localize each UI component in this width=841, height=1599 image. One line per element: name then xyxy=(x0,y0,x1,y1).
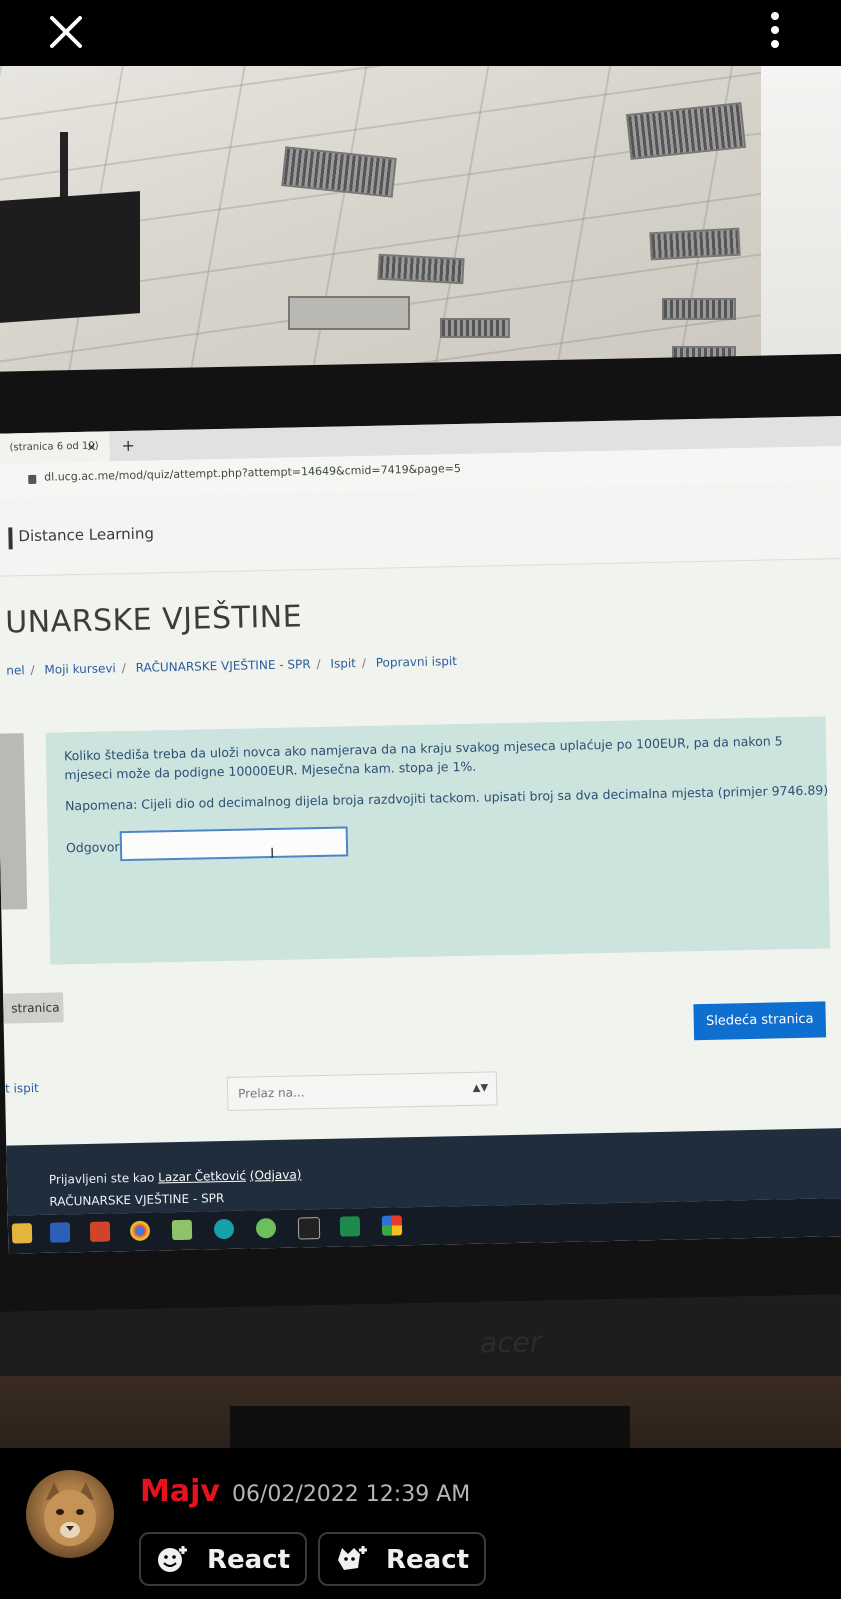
android-studio-icon[interactable] xyxy=(255,1217,277,1239)
powerpoint-icon[interactable] xyxy=(89,1221,111,1242)
app-grid-icon[interactable] xyxy=(381,1215,403,1236)
answer-input[interactable] xyxy=(119,826,349,862)
back-to-exam-link[interactable]: t ispit xyxy=(5,1081,39,1096)
post-username[interactable]: Majv xyxy=(140,1474,220,1509)
arduino-icon[interactable] xyxy=(213,1218,235,1240)
notepad-icon[interactable] xyxy=(171,1219,193,1241)
react-button[interactable]: React xyxy=(139,1532,307,1586)
logout-link[interactable]: (Odjava) xyxy=(250,1167,302,1182)
projector-screen xyxy=(0,191,140,323)
footer-course[interactable]: RAČUNARSKE VJEŠTINE - SPR xyxy=(49,1191,224,1209)
browser-window: (stranica 6 od 10) × + dl.ucg.ac.me/mod/… xyxy=(0,415,841,1254)
tab-label: (stranica 6 od 10) xyxy=(9,440,99,454)
question-card: Koliko štediša treba da uloži novca ako … xyxy=(45,716,831,965)
select-arrows-icon: ▲▼ xyxy=(472,1082,489,1094)
jump-to-select[interactable]: Prelaz na... ▲▼ xyxy=(226,1071,498,1111)
question-text: Koliko štediša treba da uloži novca ako … xyxy=(63,733,783,783)
question-note: Napomena: Cijeli dio od decimalnog dijel… xyxy=(64,782,829,814)
previous-page-button[interactable]: stranica xyxy=(3,992,64,1024)
react-label: React xyxy=(207,1545,291,1575)
breadcrumb-course[interactable]: RAČUNARSKE VJEŠTINE - SPR xyxy=(136,657,311,675)
question-info-card xyxy=(0,733,28,910)
tab-close-icon[interactable]: × xyxy=(86,432,97,462)
breadcrumb-home[interactable]: nel xyxy=(6,663,25,677)
add-sticker-icon xyxy=(334,1544,368,1574)
monitor-logo: acer xyxy=(479,1325,542,1360)
jump-placeholder: Prelaz na... xyxy=(238,1085,305,1101)
breadcrumb-my-courses[interactable]: Moji kursevi xyxy=(44,661,116,676)
word-icon[interactable] xyxy=(49,1222,71,1243)
page-title: UNARSKE VJEŠTINE xyxy=(4,599,303,641)
user-avatar[interactable] xyxy=(26,1470,114,1558)
post-footer: Majv 06/02/2022 12:39 AM React React xyxy=(0,1448,841,1599)
excel-icon[interactable] xyxy=(339,1216,361,1237)
react-label: React xyxy=(386,1545,470,1575)
next-page-button[interactable]: Sledeća stranica xyxy=(693,1001,827,1041)
user-link[interactable]: Lazar Četković xyxy=(158,1169,246,1185)
more-options-icon[interactable] xyxy=(760,8,790,52)
post-timestamp: 06/02/2022 12:39 AM xyxy=(232,1482,471,1507)
breadcrumb-retake-exam[interactable]: Popravni ispit xyxy=(376,654,457,670)
logo-mark xyxy=(8,527,13,550)
url-text: dl.ucg.ac.me/mod/quiz/attempt.php?attemp… xyxy=(44,461,462,484)
viewer-top-bar xyxy=(0,0,841,66)
login-info: Prijavljeni ste kao Lazar Četković (Odja… xyxy=(49,1167,302,1186)
close-icon[interactable] xyxy=(44,10,88,54)
breadcrumb-exam[interactable]: Ispit xyxy=(330,656,356,671)
react-sticker-button[interactable]: React xyxy=(318,1532,486,1586)
new-tab-button[interactable]: + xyxy=(121,431,135,461)
terminal-icon[interactable] xyxy=(297,1217,321,1240)
add-reaction-icon xyxy=(155,1544,189,1574)
lock-icon xyxy=(28,474,37,485)
monitor: (stranica 6 od 10) × + dl.ucg.ac.me/mod/… xyxy=(0,353,841,1312)
text-cursor-icon: I xyxy=(269,845,275,863)
answer-label: Odgovor: xyxy=(65,839,124,856)
folder-icon[interactable] xyxy=(11,1223,33,1244)
breadcrumb: nel / Moji kursevi / RAČUNARSKE VJEŠTINE -… xyxy=(6,654,458,678)
login-prefix: Prijavljeni ste kao xyxy=(48,1170,155,1187)
chrome-icon[interactable] xyxy=(129,1220,151,1242)
site-brand[interactable]: Distance Learning xyxy=(18,524,154,545)
